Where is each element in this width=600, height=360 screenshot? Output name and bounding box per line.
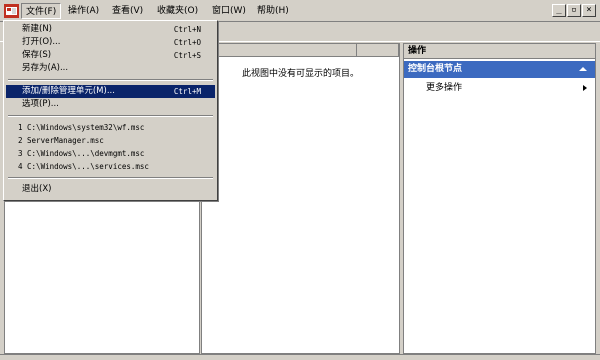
shortcut-save: Ctrl+S (173, 51, 201, 60)
file-menu-dropdown: 新建(N) Ctrl+N 打开(O)... Ctrl+O 保存(S) Ctrl+… (3, 20, 218, 201)
actions-section-title: 控制台根节点 (408, 64, 463, 74)
menu-item-open-label: 打开(O)... (22, 37, 61, 47)
shortcut-new: Ctrl+N (173, 25, 201, 34)
collapse-up-icon[interactable] (579, 67, 587, 71)
menu-separator (8, 79, 213, 81)
status-bar (0, 354, 600, 360)
menu-item-add-remove-snapin[interactable]: 添加/删除管理单元(M)... Ctrl+M (6, 85, 215, 98)
minimize-button[interactable]: _ (552, 4, 566, 17)
menu-file[interactable]: 文件(F) (21, 3, 62, 19)
menu-bar: 文件(F) 操作(A) 查看(V) 收藏夹(O) 窗口(W) 帮助(H) _ ▫… (0, 0, 600, 22)
shortcut-add-remove-snapin: Ctrl+M (173, 87, 201, 96)
recent-file-3[interactable]: 3 C:\Windows\...\devmgmt.msc (6, 147, 215, 160)
menu-view[interactable]: 查看(V) (108, 3, 147, 19)
menu-item-save-as[interactable]: 另存为(A)... (6, 62, 215, 75)
actions-pane: 操作 控制台根节点 更多操作 (403, 43, 596, 354)
more-actions-label: 更多操作 (426, 83, 463, 93)
close-button[interactable]: × (582, 4, 596, 17)
menu-item-options-label: 选项(P)... (22, 99, 59, 109)
recent-file-1[interactable]: 1 C:\Windows\system32\wf.msc (6, 121, 215, 134)
actions-header: 操作 (404, 44, 595, 59)
shortcut-open: Ctrl+O (173, 38, 201, 47)
menu-help[interactable]: 帮助(H) (253, 3, 293, 19)
actions-section-console-root[interactable]: 控制台根节点 (404, 61, 595, 78)
column-header-2[interactable] (357, 44, 399, 57)
menu-separator (8, 177, 213, 179)
menu-item-exit[interactable]: 退出(X) (6, 183, 215, 196)
submenu-arrow-icon (583, 85, 587, 91)
empty-view-message: 此视图中没有可显示的项目。 (241, 69, 359, 79)
window-controls: _ ▫ × (552, 4, 596, 18)
recent-file-2[interactable]: 2 ServerManager.msc (6, 134, 215, 147)
menu-item-open[interactable]: 打开(O)... Ctrl+O (6, 36, 215, 49)
menu-item-save-label: 保存(S) (22, 50, 52, 60)
menu-item-save-as-label: 另存为(A)... (22, 63, 69, 73)
more-actions-item[interactable]: 更多操作 (404, 80, 595, 96)
menu-item-save[interactable]: 保存(S) Ctrl+S (6, 49, 215, 62)
mmc-app-icon[interactable] (4, 4, 19, 18)
menu-item-new-label: 新建(N) (22, 24, 52, 34)
menu-item-new[interactable]: 新建(N) Ctrl+N (6, 23, 215, 36)
recent-file-4[interactable]: 4 C:\Windows\...\services.msc (6, 160, 215, 173)
restore-button[interactable]: ▫ (567, 4, 581, 17)
name-column-header[interactable]: 称 (202, 44, 357, 57)
results-pane[interactable]: 称 此视图中没有可显示的项目。 (201, 43, 400, 354)
menu-item-add-remove-snapin-label: 添加/删除管理单元(M)... (22, 86, 115, 96)
menu-window[interactable]: 窗口(W) (208, 3, 250, 19)
menu-item-options[interactable]: 选项(P)... (6, 98, 215, 111)
menu-favorites[interactable]: 收藏夹(O) (153, 3, 202, 19)
menu-action[interactable]: 操作(A) (64, 3, 103, 19)
menu-separator (8, 115, 213, 117)
